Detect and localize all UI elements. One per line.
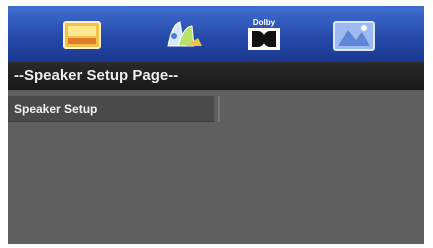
audio-setup-icon[interactable]: [158, 16, 206, 54]
page-title: --Speaker Setup Page--: [14, 67, 179, 84]
menu-panel: Speaker Setup: [8, 90, 424, 244]
general-setup-icon[interactable]: [58, 16, 106, 54]
setup-icon-bar: Dolby: [8, 6, 424, 62]
menu-divider: [218, 96, 220, 122]
dolby-icon[interactable]: Dolby: [240, 16, 288, 54]
page-title-bar: --Speaker Setup Page--: [8, 62, 424, 90]
preference-setup-icon[interactable]: [330, 16, 378, 54]
menu-item-label: Speaker Setup: [14, 102, 98, 116]
svg-text:Dolby: Dolby: [253, 18, 276, 27]
menu-item-speaker-setup[interactable]: Speaker Setup: [8, 96, 214, 122]
osd-screen: Dolby --Speaker Setup Page-- Speaker Set…: [8, 6, 424, 244]
